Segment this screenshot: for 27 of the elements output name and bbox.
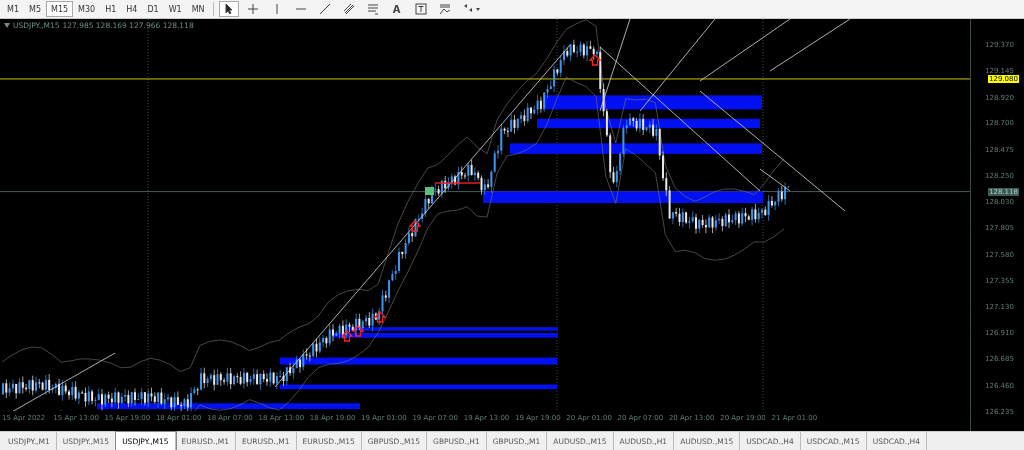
dropdown-triangle-icon [4,23,10,28]
timeframe-button[interactable]: M1 [2,1,24,17]
cursor-icon [222,3,235,15]
text-tool-button[interactable]: A [386,1,407,17]
timeframe-button[interactable]: M15 [46,1,74,17]
trend-line-icon [318,3,331,15]
up-arrow-icon [408,220,422,232]
timeframe-button[interactable]: M30 [73,1,101,17]
timeframe-button[interactable]: W1 [163,1,187,17]
timeframe-button[interactable]: H1 [100,1,122,17]
fibonacci-icon [366,3,379,15]
timeframe-button[interactable]: MN [186,1,210,17]
timeframe-button[interactable]: M5 [24,1,46,17]
up-arrow-icon [351,325,365,337]
arrows-dropdown-icon [462,3,481,15]
text-label-icon [414,3,427,15]
support-line [434,182,481,184]
up-arrow-icon [340,330,354,342]
channel-icon [342,3,355,15]
crosshair-icon [246,3,259,15]
up-arrow-icon [588,54,602,66]
up-arrow-icon [373,311,387,323]
fibonacci-fan-icon [438,3,451,15]
timeframe-button[interactable]: H4 [121,1,143,17]
timeframe-button[interactable]: D1 [142,1,164,17]
marker-square [425,187,434,195]
tool-button[interactable] [218,1,239,17]
